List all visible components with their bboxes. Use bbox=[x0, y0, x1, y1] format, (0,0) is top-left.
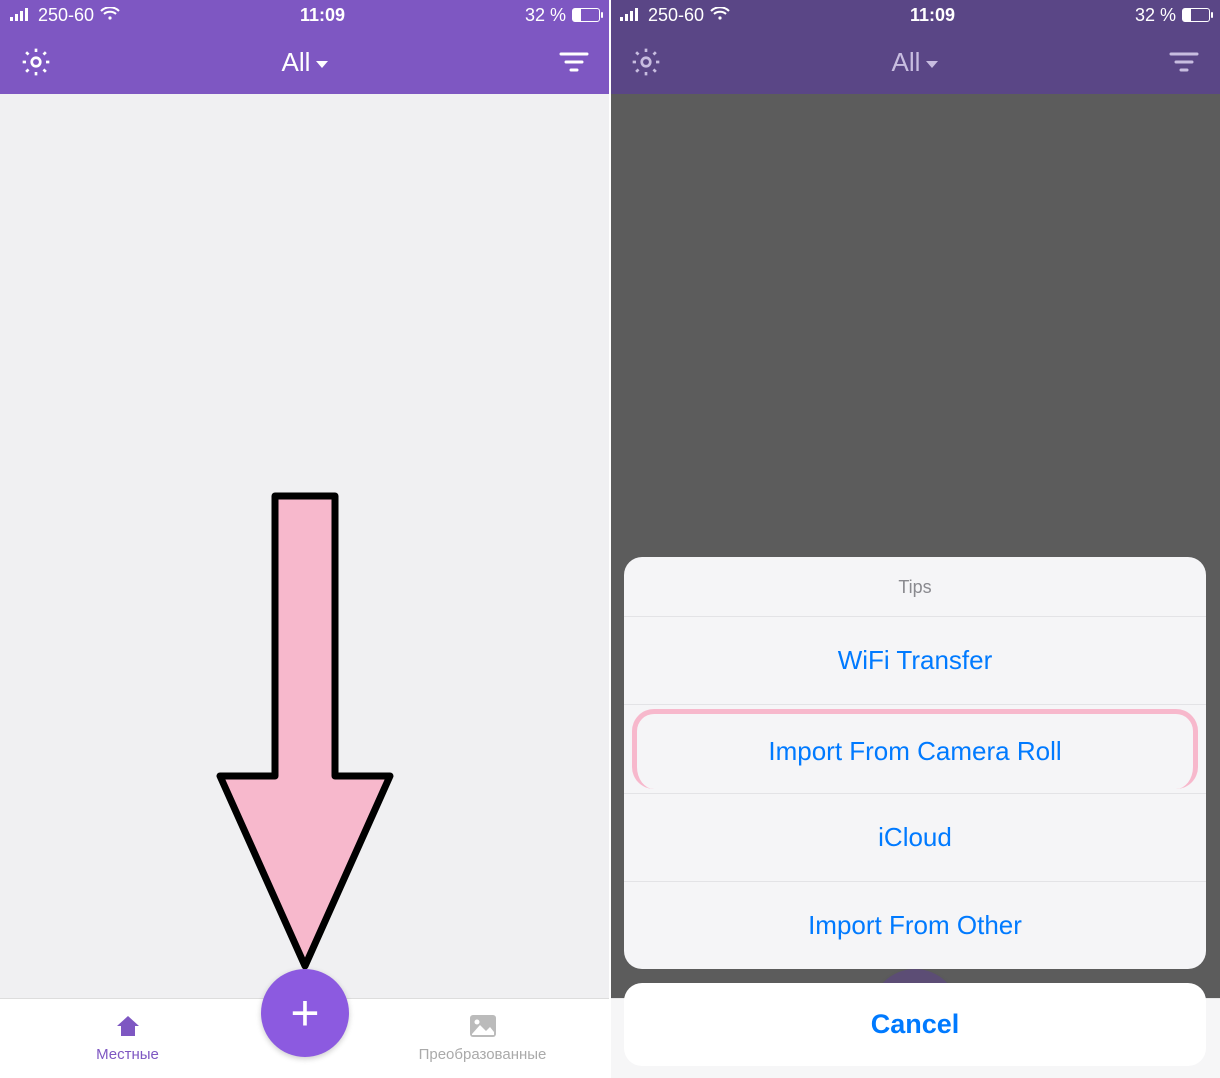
nav-title-label: All bbox=[282, 47, 311, 78]
screen-left: 250-60 11:09 32 % All bbox=[0, 0, 610, 1078]
settings-button[interactable] bbox=[628, 44, 664, 80]
image-icon bbox=[469, 1014, 497, 1042]
tab-converted[interactable]: Преобразованные bbox=[355, 1014, 610, 1063]
battery-percent: 32 % bbox=[525, 5, 566, 26]
sheet-title: Tips bbox=[624, 557, 1206, 617]
status-bar: 250-60 11:09 32 % bbox=[0, 0, 610, 30]
battery-icon bbox=[1182, 8, 1210, 22]
carrier-label: 250-60 bbox=[38, 5, 94, 26]
wifi-icon bbox=[100, 5, 120, 26]
nav-title-dropdown[interactable]: All bbox=[282, 47, 329, 78]
filter-button[interactable] bbox=[1166, 44, 1202, 80]
nav-bar: All bbox=[610, 30, 1220, 94]
sheet-item-import-other[interactable]: Import From Other bbox=[624, 882, 1206, 969]
arrow-annotation bbox=[205, 486, 405, 981]
tab-label: Местные bbox=[96, 1046, 159, 1063]
tab-bar: Местные Преобразованные + bbox=[0, 998, 610, 1078]
status-bar: 250-60 11:09 32 % bbox=[610, 0, 1220, 30]
content-area bbox=[0, 94, 610, 998]
tab-local[interactable]: Местные bbox=[0, 1014, 255, 1063]
clock: 11:09 bbox=[120, 5, 525, 26]
sheet-item-icloud[interactable]: iCloud bbox=[624, 793, 1206, 882]
tab-label: Преобразованные bbox=[419, 1046, 547, 1063]
add-button[interactable]: + bbox=[261, 969, 349, 1057]
sheet-group: Tips WiFi Transfer Import From Camera Ro… bbox=[624, 557, 1206, 969]
battery-icon bbox=[572, 8, 600, 22]
battery-percent: 32 % bbox=[1135, 5, 1176, 26]
clock: 11:09 bbox=[730, 5, 1135, 26]
chevron-down-icon bbox=[926, 61, 938, 68]
settings-button[interactable] bbox=[18, 44, 54, 80]
sheet-cancel[interactable]: Cancel bbox=[624, 983, 1206, 1066]
signal-icon bbox=[620, 5, 642, 26]
action-sheet: Tips WiFi Transfer Import From Camera Ro… bbox=[624, 557, 1206, 1066]
filter-button[interactable] bbox=[556, 44, 592, 80]
signal-icon bbox=[10, 5, 32, 26]
wifi-icon bbox=[710, 5, 730, 26]
nav-title-dropdown[interactable]: All bbox=[892, 47, 939, 78]
home-icon bbox=[115, 1014, 141, 1042]
sheet-item-wifi-transfer[interactable]: WiFi Transfer bbox=[624, 617, 1206, 705]
carrier-label: 250-60 bbox=[648, 5, 704, 26]
nav-title-label: All bbox=[892, 47, 921, 78]
chevron-down-icon bbox=[316, 61, 328, 68]
plus-icon: + bbox=[290, 988, 319, 1038]
sheet-item-import-camera-roll[interactable]: Import From Camera Roll bbox=[632, 709, 1198, 789]
screen-right: 250-60 11:09 32 % All Местны bbox=[610, 0, 1220, 1078]
nav-bar: All bbox=[0, 30, 610, 94]
